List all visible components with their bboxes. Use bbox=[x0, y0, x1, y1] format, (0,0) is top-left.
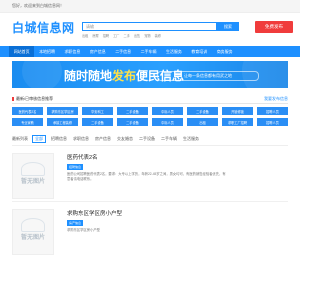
section-title-text: 最新/已审核信息推荐 bbox=[16, 95, 54, 101]
site-logo[interactable]: 白城信息网 bbox=[12, 19, 75, 36]
listing-description: 医药公司招聘医药代表2名，要求：大专以上学历，年龄22-45岁之间，男女均可，有… bbox=[67, 172, 226, 181]
section-title: 最新/已审核信息推荐 bbox=[12, 96, 53, 102]
recommend-item[interactable]: 华安科工 bbox=[82, 107, 113, 115]
filter-chip[interactable]: 房产信息 bbox=[94, 136, 112, 142]
recommend-item[interactable]: 出租 bbox=[187, 118, 218, 126]
hot-keyword[interactable]: 二手 bbox=[124, 33, 130, 38]
post-info-link[interactable]: 我要发布信息 bbox=[264, 96, 288, 102]
top-bar: 您好，欢迎来到白城信息网！ bbox=[0, 0, 300, 13]
recommend-item[interactable]: 承接工程装修 bbox=[47, 118, 78, 126]
recommend-item[interactable]: 开锁修锁 bbox=[222, 107, 253, 115]
banner-slogan: 让每一条信息都有用武之地 bbox=[157, 71, 259, 81]
recommend-item[interactable]: 求职工厂招聘 bbox=[222, 118, 253, 126]
nav-item-secondhand[interactable]: 二手信息 bbox=[111, 46, 136, 57]
filter-chip[interactable]: 求职信息 bbox=[72, 136, 90, 142]
listing-category-badge: 房产信息 bbox=[67, 220, 84, 226]
recommend-item[interactable]: 中标人员 bbox=[152, 118, 183, 126]
list-item[interactable]: 暂无图片 求购东区学区房小户型 房产信息 求购东区学区房小户型 bbox=[12, 202, 288, 257]
header: 白城信息网 请输 搜索 出租 房屋 招聘 工厂 二手 出售 宠物 装修 免费发布 bbox=[0, 13, 300, 46]
recommend-item[interactable]: 求购东区学区房 bbox=[47, 107, 78, 115]
list-filter-bar: 最新列表 全部 招聘信息 求职信息 房产信息 交友婚恋 二手设备 二手车辆 生活… bbox=[12, 135, 288, 146]
nav-item-business[interactable]: 商务服务 bbox=[212, 46, 237, 57]
banner-headline-highlight: 发布 bbox=[112, 69, 137, 83]
main-nav: 网站首页 本地招聘 求职信息 房产信息 二手信息 二手车辆 生活服务 教育培训 … bbox=[0, 46, 300, 57]
banner-headline-prefix: 随时随地 bbox=[64, 69, 113, 83]
filter-chip[interactable]: 二手设备 bbox=[138, 136, 156, 142]
image-placeholder-icon bbox=[21, 218, 45, 232]
search-button[interactable]: 搜索 bbox=[217, 22, 239, 31]
listing-category-badge: 招聘信息 bbox=[67, 164, 84, 170]
listing-body: 医药代表2名 招聘信息 医药公司招聘医药代表2名，要求：大专以上学历，年龄22-… bbox=[67, 146, 288, 182]
recommend-item[interactable]: 二手设备 bbox=[117, 107, 148, 115]
nav-item-used-cars[interactable]: 二手车辆 bbox=[136, 46, 161, 57]
recommend-item[interactable]: 招聘人员 bbox=[257, 107, 288, 115]
section-marker bbox=[12, 96, 14, 101]
recommend-section-header: 最新/已审核信息推荐 我要发布信息 bbox=[12, 94, 288, 104]
hot-keyword[interactable]: 工厂 bbox=[113, 33, 119, 38]
nav-item-home[interactable]: 网站首页 bbox=[9, 46, 35, 57]
listing-thumbnail[interactable]: 暂无图片 bbox=[12, 153, 54, 199]
recommend-item[interactable]: 医药代表2名 bbox=[12, 107, 43, 115]
filter-chip[interactable]: 交友婚恋 bbox=[116, 136, 134, 142]
post-info-button[interactable]: 免费发布 bbox=[255, 21, 293, 33]
no-image-text: 暂无图片 bbox=[20, 235, 45, 241]
nav-item-housing[interactable]: 房产信息 bbox=[85, 46, 110, 57]
filter-chip[interactable]: 生活服务 bbox=[182, 136, 200, 142]
hot-keyword[interactable]: 宠物 bbox=[144, 33, 150, 38]
filter-chip[interactable]: 二手车辆 bbox=[160, 136, 178, 142]
nav-item-education[interactable]: 教育培训 bbox=[187, 46, 212, 57]
filter-label: 最新列表 bbox=[12, 136, 28, 141]
hot-keyword[interactable]: 出租 bbox=[82, 33, 88, 38]
recommend-item[interactable]: 二手设备 bbox=[187, 107, 218, 115]
list-item[interactable]: 暂无图片 医药代表2名 招聘信息 医药公司招聘医药代表2名，要求：大专以上学历，… bbox=[12, 146, 288, 201]
search-area: 请输 搜索 出租 房屋 招聘 工厂 二手 出售 宠物 装修 bbox=[82, 22, 239, 38]
listing-description: 求购东区学区房小户型 bbox=[67, 228, 100, 232]
hot-keyword[interactable]: 房屋 bbox=[92, 33, 98, 38]
nav-item-jobs[interactable]: 本地招聘 bbox=[34, 46, 59, 57]
recommend-item[interactable]: 专业家教 bbox=[12, 118, 43, 126]
recommend-item[interactable]: 中标人员 bbox=[152, 107, 183, 115]
listing-body: 求购东区学区房小户型 房产信息 求购东区学区房小户型 bbox=[67, 202, 288, 233]
listing-title[interactable]: 医药代表2名 bbox=[67, 153, 288, 161]
listing-title[interactable]: 求购东区学区房小户型 bbox=[67, 209, 288, 217]
hot-keyword[interactable]: 招聘 bbox=[103, 33, 109, 38]
promo-banner[interactable]: 随时随地发布便民信息 让每一条信息都有用武之地 bbox=[12, 61, 288, 88]
nav-item-life-services[interactable]: 生活服务 bbox=[161, 46, 186, 57]
image-placeholder-icon bbox=[21, 162, 45, 176]
recommend-grid: 医药代表2名 求购东区学区房 华安科工 二手设备 中标人员 二手设备 开锁修锁 … bbox=[12, 107, 288, 126]
listing-thumbnail[interactable]: 暂无图片 bbox=[12, 209, 54, 255]
no-image-text: 暂无图片 bbox=[20, 179, 45, 185]
nav-item-job-seeking[interactable]: 求职信息 bbox=[60, 46, 85, 57]
recommend-item[interactable]: 二手设备 bbox=[82, 118, 113, 126]
filter-chip[interactable]: 招聘信息 bbox=[50, 136, 68, 142]
recommend-item[interactable]: 招聘人员 bbox=[257, 118, 288, 126]
recommend-item[interactable]: 二手设备 bbox=[117, 118, 148, 126]
hot-keyword[interactable]: 出售 bbox=[134, 33, 140, 38]
hot-keywords: 出租 房屋 招聘 工厂 二手 出售 宠物 装修 bbox=[82, 33, 239, 38]
search-input[interactable]: 请输 bbox=[82, 22, 217, 31]
hot-keyword[interactable]: 装修 bbox=[155, 33, 161, 38]
welcome-text: 您好，欢迎来到白城信息网！ bbox=[12, 3, 64, 8]
filter-chip-all[interactable]: 全部 bbox=[32, 135, 46, 143]
